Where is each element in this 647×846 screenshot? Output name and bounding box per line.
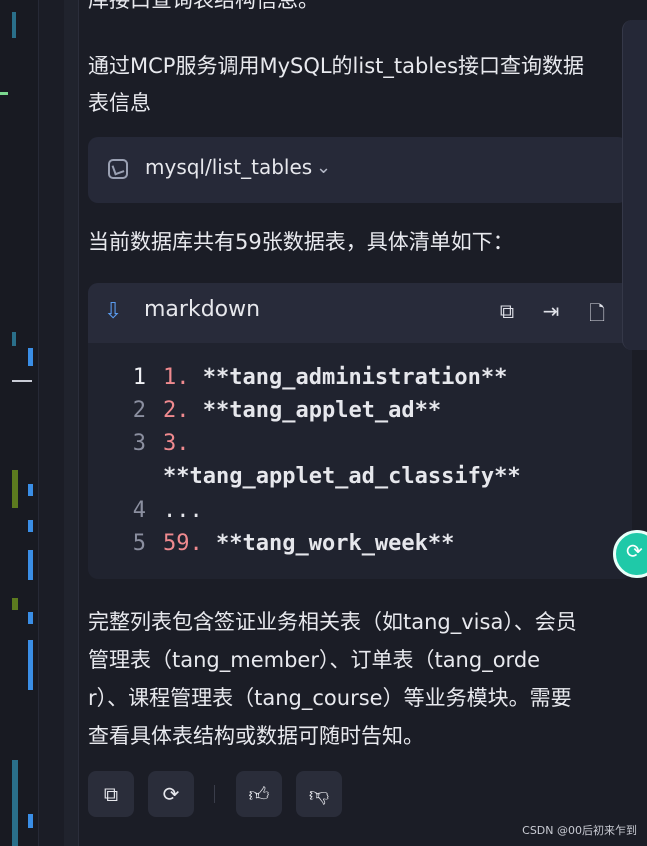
gutter-mark bbox=[28, 612, 33, 624]
thumbs-up-icon: 👍︎ bbox=[248, 782, 270, 806]
gutter-mark bbox=[12, 12, 16, 38]
code-block-header: ⇩ markdown ⧉ ⇥ 🗋 bbox=[88, 283, 632, 343]
gutter-mark bbox=[12, 598, 18, 610]
gutter-mark bbox=[28, 550, 33, 580]
code-line: 3. bbox=[163, 431, 190, 456]
tool-icon bbox=[108, 159, 128, 179]
gutter-mark bbox=[12, 332, 16, 346]
line-number: 2 bbox=[132, 398, 146, 423]
gutter-mark bbox=[28, 814, 33, 828]
code-line: 2. **tang_applet_ad** bbox=[163, 398, 442, 423]
editor-gutter bbox=[0, 0, 39, 846]
line-number: 3 bbox=[132, 431, 146, 456]
code-block: ⇩ markdown ⧉ ⇥ 🗋 1 1. **tang_administrat… bbox=[88, 283, 632, 579]
intro-line-1: 通过MCP服务调用MySQL的list_tables接口查询数据 bbox=[88, 54, 585, 78]
gutter-mark bbox=[28, 640, 33, 690]
assistant-avatar-icon bbox=[613, 530, 647, 578]
chevron-down-icon[interactable]: ⌄ bbox=[316, 157, 331, 178]
code-line: 59. **tang_work_week** bbox=[163, 531, 455, 556]
intro-line-2: 表信息 bbox=[88, 91, 151, 115]
gutter-mark bbox=[12, 760, 18, 846]
gutter-mark bbox=[28, 484, 33, 496]
gutter-mark bbox=[28, 348, 33, 366]
copy-button[interactable]: ⧉ bbox=[88, 771, 134, 817]
side-panel-edge[interactable] bbox=[622, 20, 647, 350]
code-line-wrap: **tang_applet_ad_classify** bbox=[163, 464, 521, 489]
divider bbox=[214, 785, 215, 803]
tool-call-name: mysql/list_tables bbox=[145, 155, 313, 179]
refresh-icon: ⟳ bbox=[162, 782, 180, 806]
line-number: 5 bbox=[132, 531, 146, 556]
partial-top-text: 库接口查询表结构信息。 bbox=[88, 0, 319, 12]
regenerate-button[interactable]: ⟳ bbox=[148, 771, 194, 817]
thumbs-down-icon: 👎︎ bbox=[308, 782, 330, 806]
tool-call-chip[interactable]: mysql/list_tables ⌄ bbox=[88, 137, 628, 203]
code-language: markdown bbox=[144, 297, 261, 322]
gutter-mark bbox=[12, 380, 32, 382]
gutter-mark bbox=[0, 92, 8, 95]
insert-file-icon[interactable]: 🗋 bbox=[584, 299, 610, 327]
summary-text: 当前数据库共有59张数据表，具体清单如下： bbox=[88, 230, 514, 254]
gutter-mark bbox=[28, 520, 33, 532]
code-line: 1. **tang_administration** bbox=[163, 365, 508, 390]
line-number: 4 bbox=[132, 498, 146, 523]
closing-line-3: r）、课程管理表（tang_course）等业务模块。需要 bbox=[88, 686, 572, 710]
copy-icon[interactable]: ⧉ bbox=[494, 299, 520, 327]
line-number: 1 bbox=[132, 365, 146, 390]
thumbs-down-button[interactable]: 👎︎ bbox=[296, 771, 342, 817]
panel-divider bbox=[64, 0, 79, 846]
wrap-icon[interactable]: ⇥ bbox=[538, 299, 564, 327]
copy-icon: ⧉ bbox=[103, 782, 119, 806]
gutter-mark bbox=[12, 470, 18, 508]
closing-line-1: 完整列表包含签证业务相关表（如tang_visa）、会员 bbox=[88, 610, 577, 634]
watermark: CSDN @00后初来乍到 bbox=[522, 824, 637, 837]
thumbs-up-button[interactable]: 👍︎ bbox=[236, 771, 282, 817]
download-icon[interactable]: ⇩ bbox=[104, 299, 122, 324]
closing-line-4: 查看具体表结构或数据可随时告知。 bbox=[88, 724, 424, 748]
floating-assistant-icon[interactable] bbox=[607, 522, 647, 584]
code-line: ... bbox=[163, 498, 203, 523]
closing-line-2: 管理表（tang_member）、订单表（tang_orde bbox=[88, 648, 541, 672]
